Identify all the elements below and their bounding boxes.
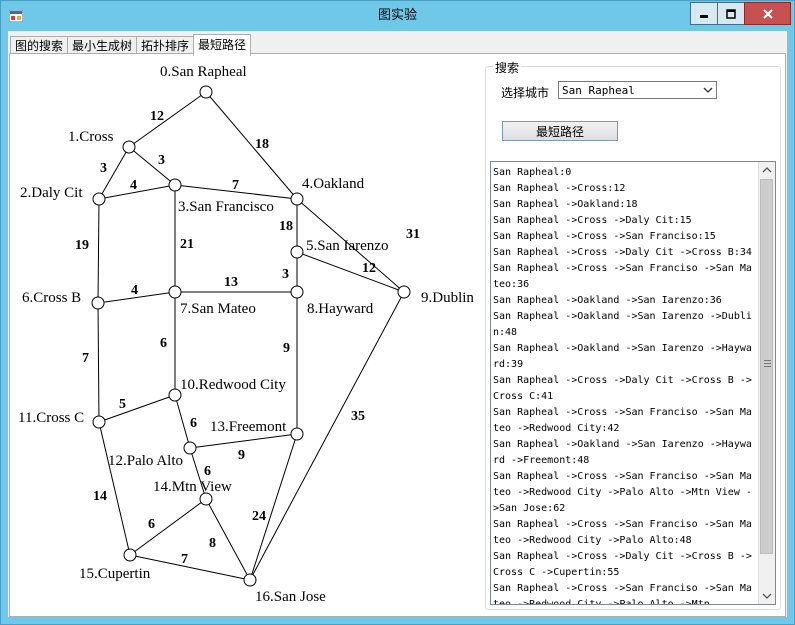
- edge-weight-11-15: 14: [93, 489, 107, 504]
- edge-weight-3-7: 21: [180, 237, 194, 252]
- graph-node-12: [183, 441, 197, 455]
- node-label-13: 13.Freemont: [210, 419, 287, 435]
- edge-13-16: [249, 433, 298, 581]
- graph-node-1: [122, 140, 136, 154]
- edge-weight-13-16: 24: [252, 509, 266, 524]
- close-icon: [762, 8, 773, 19]
- search-groupbox: 搜索 选择城市 San Rapheal 最短路径 San Rapheal:0 S…: [485, 59, 781, 610]
- graph-node-5: [290, 245, 304, 259]
- result-textbox[interactable]: San Rapheal:0 San Rapheal ->Cross:12 San…: [490, 161, 776, 605]
- edge-weight-0-4: 18: [255, 137, 269, 152]
- node-label-3: 3.San Francisco: [178, 199, 274, 215]
- edge-weight-5-8: 3: [282, 267, 289, 282]
- edge-weight-6-7: 4: [131, 283, 138, 298]
- node-label-15: 15.Cupertin: [79, 566, 151, 582]
- edge-weight-2-3: 4: [130, 178, 137, 193]
- edge-weight-5-9: 12: [362, 261, 376, 276]
- edge-weight-9-16: 35: [351, 409, 365, 424]
- node-label-9: 9.Dublin: [421, 290, 474, 306]
- edge-12-13: [189, 433, 298, 449]
- shortest-path-button[interactable]: 最短路径: [502, 121, 618, 141]
- edge-weight-4-9: 31: [406, 227, 420, 242]
- graph-node-3: [168, 178, 182, 192]
- node-label-7: 7.San Mateo: [180, 301, 256, 317]
- scrollbar-thumb[interactable]: [760, 179, 773, 554]
- graph-node-2: [92, 192, 106, 206]
- edge-weight-12-13: 9: [238, 448, 245, 463]
- graph-node-16: [243, 573, 257, 587]
- tab-shortest-path[interactable]: 最短路径: [193, 34, 252, 56]
- edge-weight-7-10: 6: [160, 336, 167, 351]
- edge-11-10: [98, 394, 176, 423]
- edge-weight-12-14: 6: [204, 464, 211, 479]
- search-group-title: 搜索: [493, 59, 522, 76]
- edge-weight-2-6: 19: [75, 238, 89, 253]
- edge-weight-6-11: 7: [82, 351, 89, 366]
- graph-node-9: [397, 285, 411, 299]
- edge-weight-14-16: 8: [209, 536, 216, 551]
- node-label-2: 2.Daly Cit: [20, 185, 83, 201]
- node-label-1: 1.Cross: [68, 129, 114, 145]
- graph-node-15: [123, 548, 137, 562]
- city-select[interactable]: San Rapheal: [558, 81, 717, 99]
- node-label-14: 14.Mtn View: [153, 479, 232, 495]
- node-label-16: 16.San Jose: [255, 589, 326, 605]
- shortest-path-page: 12 18 3 3 4 7 19 21 18 31 12 3 4 13 7 6 9 35 5 6 9 6 14 6 8 24 7 0…: [9, 53, 786, 617]
- graph-node-8: [290, 285, 304, 299]
- graph-node-11: [92, 415, 106, 429]
- edge-weight-10-12: 6: [190, 416, 197, 431]
- chevron-down-icon[interactable]: [703, 82, 713, 105]
- city-select-value: San Rapheal: [562, 84, 635, 97]
- graph-node-7: [168, 285, 182, 299]
- result-text: San Rapheal:0 San Rapheal ->Cross:12 San…: [493, 167, 752, 605]
- graph-node-13: [290, 427, 304, 441]
- node-label-12: 12.Palo Alto: [108, 453, 183, 469]
- window-title: 图实验: [377, 8, 417, 23]
- tab-strip: 图的搜索 最小生成树 拓扑排序 最短路径: [10, 34, 252, 56]
- node-label-11: 11.Cross C: [18, 410, 84, 426]
- node-label-8: 8.Hayward: [307, 301, 374, 317]
- edge-0-4: [205, 91, 298, 200]
- edge-2-3: [98, 184, 176, 200]
- maximize-button[interactable]: [717, 2, 745, 25]
- node-label-4: 4.Oakland: [302, 176, 365, 192]
- graph-node-6: [91, 296, 105, 310]
- node-label-10: 10.Redwood City: [180, 377, 286, 393]
- edge-weight-15-16: 7: [181, 552, 188, 567]
- minimize-button[interactable]: [690, 2, 718, 25]
- client-area: 图的搜索 最小生成树 拓扑排序 最短路径 12 18 3 3 4 7 19 21 18 31 12 3…: [8, 31, 787, 617]
- edge-9-16: [249, 291, 405, 581]
- graph-node-0: [199, 85, 213, 99]
- edge-weight-3-4: 7: [232, 178, 239, 193]
- scroll-up-icon[interactable]: [759, 162, 775, 178]
- minimize-icon: [700, 14, 708, 18]
- edge-14-15: [129, 498, 207, 556]
- app-window: 图实验 图的搜索 最小生成树 拓扑排序 最短路径 12 18 3 3 4 7 19 21 18 3…: [0, 0, 795, 625]
- title-bar[interactable]: 图实验: [1, 1, 794, 31]
- edge-10-12: [174, 394, 191, 449]
- edge-weight-0-1: 12: [150, 109, 164, 124]
- vertical-scrollbar[interactable]: [758, 162, 775, 604]
- edge-weight-4-5: 18: [279, 219, 293, 234]
- node-label-5: 5.San Iarenzo: [306, 238, 388, 254]
- edge-6-11: [97, 302, 100, 423]
- city-graph: 12 18 3 3 4 7 19 21 18 31 12 3 4 13 7 6 9 35 5 6 9 6 14 6 8 24 7 0…: [18, 64, 474, 605]
- graph-node-4: [290, 192, 304, 206]
- node-label-0: 0.San Rapheal: [160, 64, 247, 80]
- edge-weight-1-3: 3: [158, 153, 165, 168]
- select-city-label: 选择城市: [501, 86, 550, 100]
- edge-2-6: [97, 198, 100, 304]
- edge-weight-14-15: 6: [148, 517, 155, 532]
- grip-icon: [764, 360, 771, 367]
- edge-weight-1-2: 3: [100, 161, 107, 176]
- edge-0-1: [128, 91, 207, 148]
- edge-5-9: [296, 251, 405, 293]
- close-button[interactable]: [744, 2, 791, 25]
- edge-weight-8-13: 9: [283, 341, 290, 356]
- maximize-icon: [726, 8, 736, 19]
- node-label-6: 6.Cross B: [22, 290, 81, 306]
- edge-weight-7-8: 13: [224, 275, 238, 290]
- scroll-down-icon[interactable]: [759, 588, 775, 604]
- edge-weight-11-10: 5: [119, 397, 126, 412]
